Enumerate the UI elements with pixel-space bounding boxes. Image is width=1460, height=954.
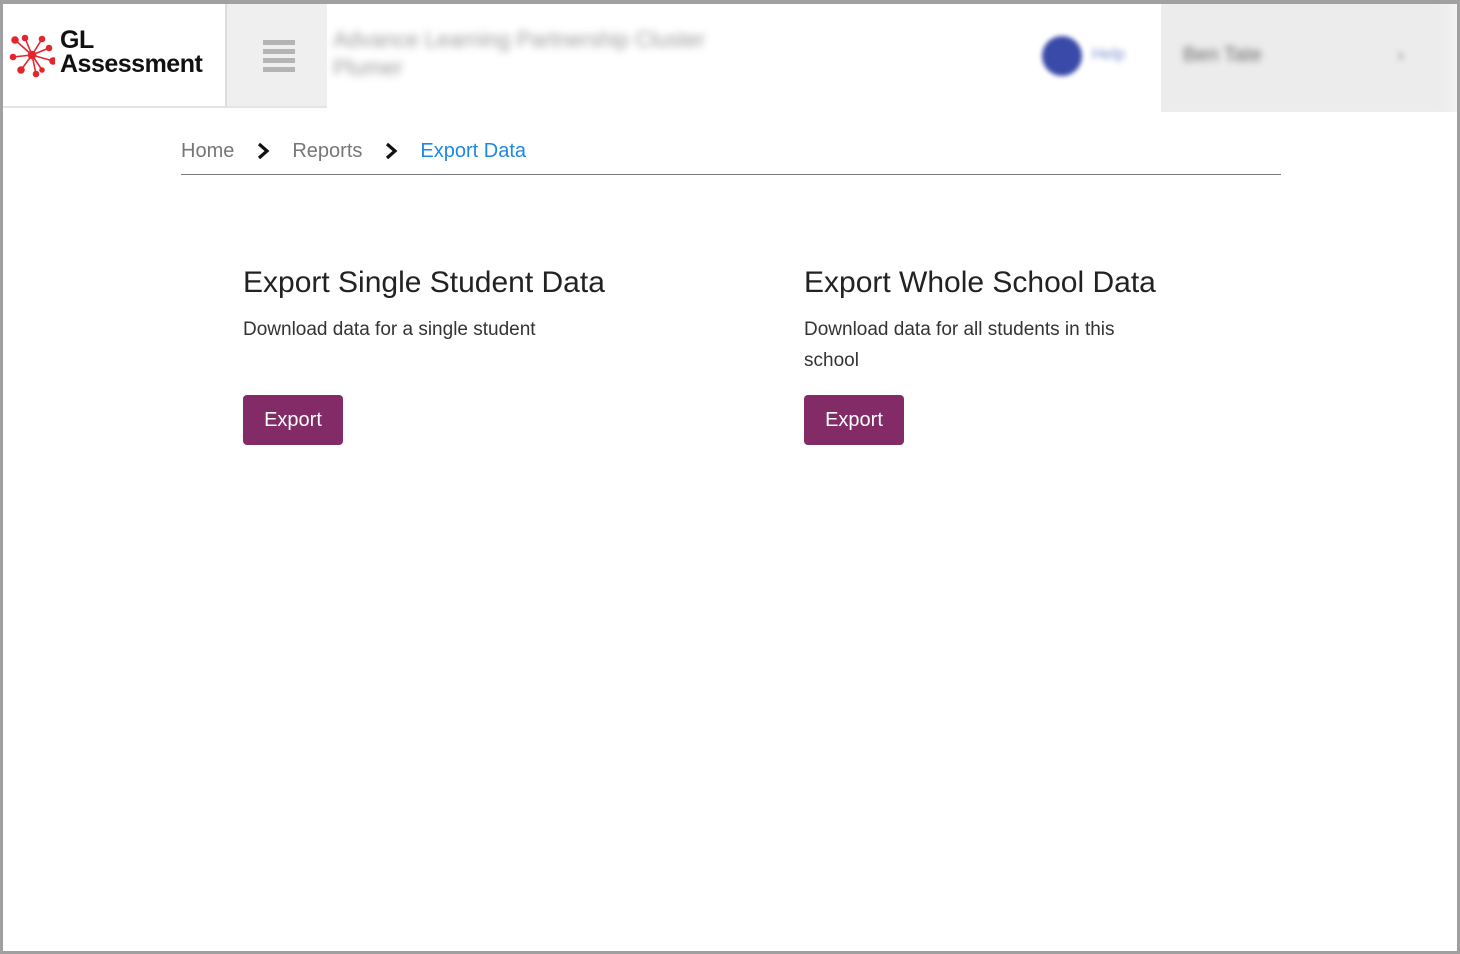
card-description: Download data for all students in this s… [804, 319, 1115, 371]
chevron-right-icon [258, 142, 270, 160]
chevron-right-icon: › [1397, 42, 1405, 67]
breadcrumb-export-data: Export Data [420, 139, 526, 162]
breadcrumb: Home Reports Export Data [181, 134, 1281, 175]
browser-frame: GL Assessment Advance Learning Partnersh… [0, 0, 1460, 954]
chevron-right-icon [386, 142, 398, 160]
logo-text-line2: Assessment [60, 50, 203, 78]
hamburger-menu-icon [263, 40, 295, 74]
top-header: GL Assessment Advance Learning Partnersh… [3, 4, 1457, 112]
account-name: Ben Tate [1183, 44, 1262, 66]
help-link[interactable]: Help [1038, 32, 1158, 80]
avatar [1042, 36, 1082, 76]
help-label: Help [1092, 46, 1125, 63]
export-whole-school-card: Export Whole School Data Download data f… [804, 262, 1224, 445]
gl-starburst-logo-icon [9, 34, 55, 78]
organisation-title-line1: Advance Learning Partnership Cluster [333, 27, 705, 52]
export-single-student-card: Export Single Student Data Download data… [243, 262, 663, 445]
export-whole-school-button[interactable]: Export [804, 395, 904, 445]
logo-text-line1: GL [60, 26, 94, 54]
breadcrumb-reports[interactable]: Reports [292, 140, 362, 163]
export-single-student-button[interactable]: Export [243, 395, 343, 445]
breadcrumb-home[interactable]: Home [181, 140, 234, 163]
card-title: Export Whole School Data [804, 266, 1156, 299]
organisation-title-line2: Plumer [333, 55, 403, 80]
logo[interactable]: GL Assessment [3, 4, 227, 108]
card-title: Export Single Student Data [243, 266, 605, 299]
logo-text: GL Assessment [60, 26, 203, 78]
menu-toggle-button[interactable] [227, 4, 327, 108]
account-menu[interactable]: Ben Tate › [1161, 4, 1457, 112]
card-description: Download data for a single student [243, 319, 536, 340]
organisation-title: Advance Learning Partnership Cluster Plu… [333, 26, 705, 82]
